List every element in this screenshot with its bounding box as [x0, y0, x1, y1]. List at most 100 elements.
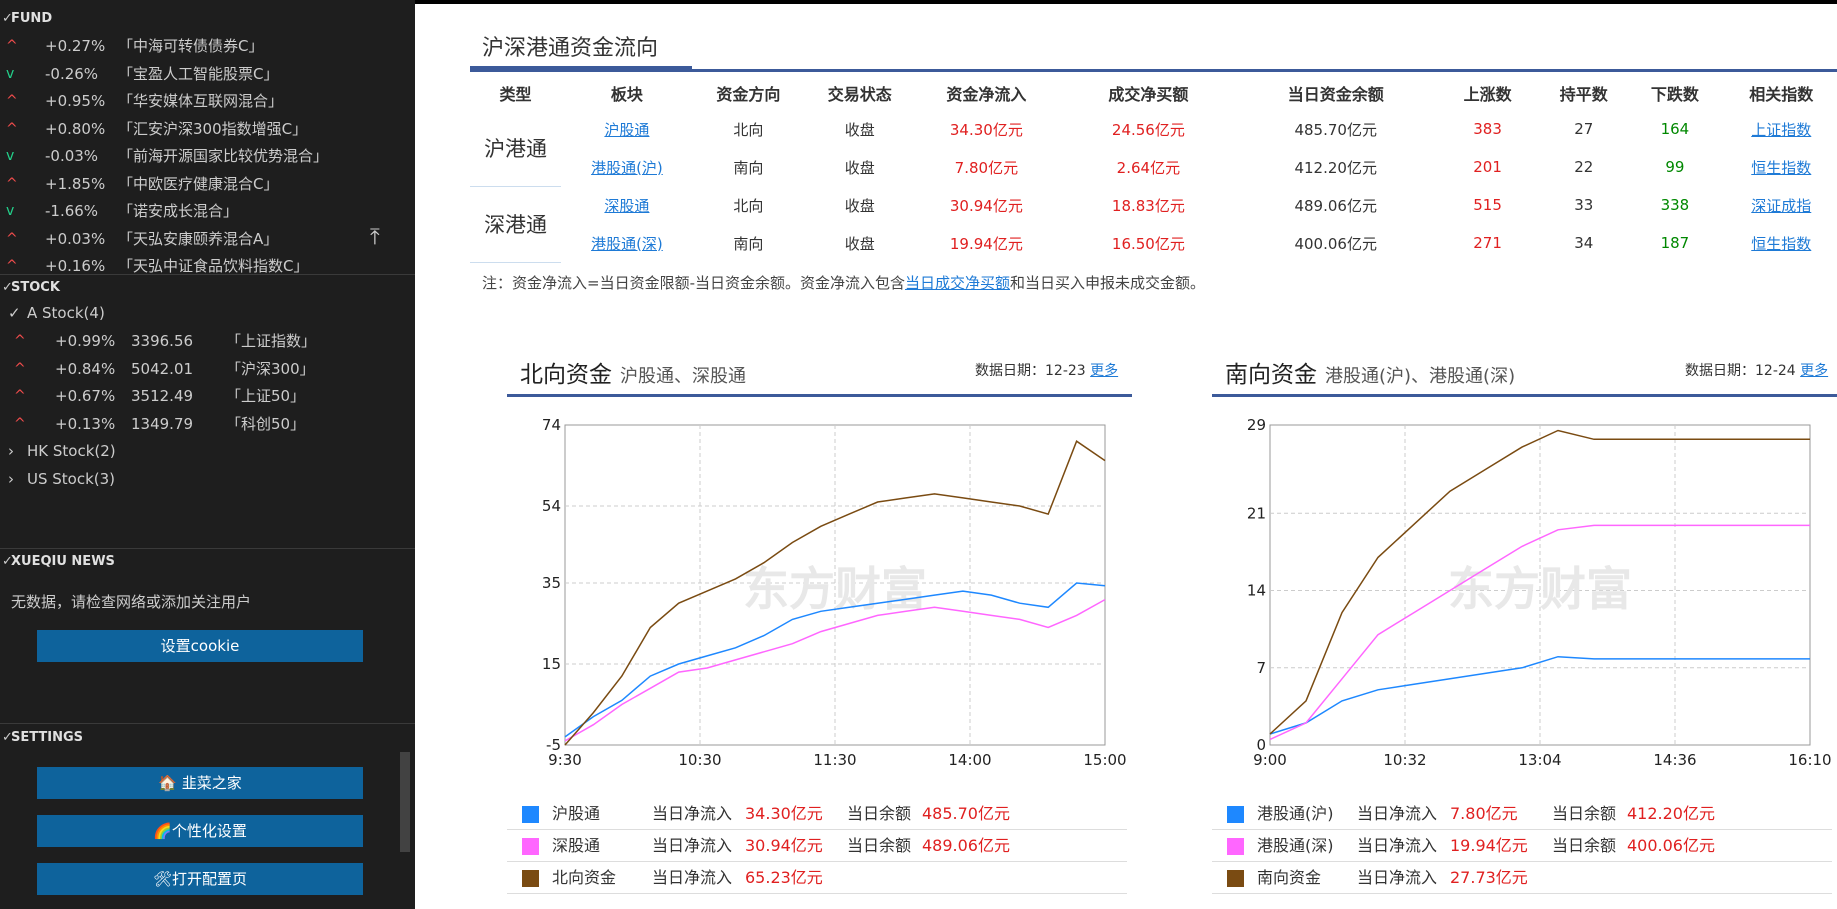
fund-item[interactable]: ^ +0.80% 「汇安沪深300指数增强C」 — [0, 116, 415, 143]
fund-item[interactable]: ^ +0.27% 「中海可转债债券C」 — [0, 33, 415, 60]
south-chart-title: 南向资金 港股通(沪)、港股通(深) — [1225, 362, 1516, 388]
direction: 南向 — [733, 234, 764, 253]
table-row: 港股通(沪) 南向 收盘 7.80亿元 2.64亿元 412.20亿元 201 22 99 恒生指… — [470, 148, 1837, 186]
x-tick-label: 14:36 — [1653, 751, 1696, 769]
down-count: 99 — [1665, 158, 1685, 176]
legend-swatch — [522, 838, 539, 855]
legend-net-value: 7.80亿元 — [1450, 804, 1518, 823]
fund-item[interactable]: v -0.26% 「宝盈人工智能股票C」 — [0, 61, 415, 88]
legend-balance-value: 400.06亿元 — [1627, 836, 1715, 855]
fund-section-header[interactable]: ✓FUND — [0, 8, 52, 30]
arrow-up-icon: ^ — [6, 120, 18, 137]
stock-item[interactable]: ^ +0.84% 5042.01 「沪深300」 — [0, 356, 415, 383]
y-tick-label: 29 — [1247, 416, 1266, 434]
fund-name: 「汇安沪深300指数增强C」 — [118, 119, 308, 138]
chevron-right-icon: › — [8, 470, 14, 488]
up-count: 271 — [1473, 234, 1502, 252]
direction: 北向 — [733, 196, 764, 215]
index-link[interactable]: 恒生指数 — [1751, 235, 1811, 253]
stock-item[interactable]: ^ +0.67% 3512.49 「上证50」 — [0, 383, 415, 410]
us-stock-group[interactable]: › US Stock(3) — [0, 466, 415, 493]
arrow-down-icon: v — [6, 203, 15, 219]
legend-swatch — [1227, 870, 1244, 887]
column-header: 下跌数 — [1650, 85, 1699, 104]
index-link[interactable]: 恒生指数 — [1751, 159, 1811, 177]
home-button[interactable]: 🏠 韭菜之家 — [37, 767, 363, 799]
chevron-down-icon: ✓ — [8, 304, 21, 322]
legend-swatch — [1227, 838, 1244, 855]
watermark: 东方财富 — [1448, 562, 1632, 616]
board-link[interactable]: 港股通(深) — [591, 235, 663, 253]
net-inflow: 19.94亿元 — [949, 234, 1023, 253]
column-header: 当日资金余额 — [1287, 85, 1384, 104]
x-tick-label: 13:04 — [1518, 751, 1561, 769]
legend-balance-value: 412.20亿元 — [1627, 804, 1715, 823]
north-chart: 74543515-59:30 10:30 11:30 14:00 15:00东方财富 — [542, 416, 1127, 769]
a-stock-group[interactable]: ✓ A Stock(4) — [0, 300, 415, 327]
legend-net-value: 34.30亿元 — [745, 804, 823, 823]
balance: 485.70亿元 — [1294, 120, 1377, 139]
status: 收盘 — [844, 158, 875, 177]
column-header: 资金净流入 — [946, 85, 1027, 104]
y-tick-label: 15 — [542, 655, 561, 673]
settings-section-header[interactable]: ✓SETTINGS — [0, 727, 83, 749]
legend-balance-value: 489.06亿元 — [922, 836, 1010, 855]
fund-item[interactable]: ^ +0.03% 「天弘安康颐养混合A」 — [0, 226, 415, 253]
custom-settings-button[interactable]: 🌈个性化设置 — [37, 815, 363, 847]
status: 收盘 — [844, 120, 875, 139]
legend-net-value: 27.73亿元 — [1450, 868, 1528, 887]
column-header: 类型 — [499, 85, 532, 104]
news-section-header[interactable]: ✓XUEQIU NEWS — [0, 551, 115, 573]
net-buy-link[interactable]: 当日成交净买额 — [905, 274, 1010, 292]
net-buy: 24.56亿元 — [1111, 120, 1185, 139]
arrow-down-icon: v — [6, 148, 15, 164]
stock-change: +0.84% — [55, 359, 116, 378]
stock-name: 「上证指数」 — [226, 332, 317, 350]
hk-stock-group[interactable]: › HK Stock(2) — [0, 438, 415, 465]
open-config-button[interactable]: 🛠打开配置页 — [37, 863, 363, 895]
column-header: 板块 — [610, 85, 643, 104]
board-link[interactable]: 港股通(沪) — [591, 159, 663, 177]
column-header: 上涨数 — [1463, 85, 1512, 104]
flat-count: 33 — [1574, 196, 1594, 214]
fund-item[interactable]: ^ +0.16% 「天弘中证食品饮料指数C」 — [0, 253, 415, 280]
stock-item[interactable]: ^ +0.99% 3396.56 「上证指数」 — [0, 328, 415, 355]
arrow-up-icon: ^ — [6, 93, 18, 109]
stock-name: 「科创50」 — [226, 414, 306, 433]
north-more-link[interactable]: 更多 — [1090, 363, 1118, 379]
legend-net-label: 当日净流入 — [1357, 868, 1438, 887]
legend-balance-label: 当日余额 — [847, 836, 912, 855]
y-tick-label: 7 — [1256, 659, 1266, 677]
south-chart: 292114709:00 10:32 13:04 14:36 16:10东方财富 — [1247, 416, 1832, 769]
status: 收盘 — [844, 234, 875, 253]
legend-net-value: 65.23亿元 — [745, 868, 823, 887]
chevron-down-icon: ✓ — [2, 280, 13, 295]
market-type: 沪港通 — [470, 110, 562, 187]
scrollbar-thumb[interactable] — [400, 752, 410, 852]
legend-row: 北向资金 当日净流入 65.23亿元 — [507, 862, 1127, 894]
fund-change: -0.26% — [45, 64, 99, 83]
stock-change: +0.99% — [55, 332, 116, 350]
fund-item[interactable]: ^ +1.85% 「中欧医疗健康混合C」 — [0, 171, 415, 198]
legend-row: 沪股通 当日净流入 34.30亿元 当日余额 485.70亿元 — [507, 798, 1127, 830]
set-cookie-button[interactable]: 设置cookie — [37, 630, 363, 662]
arrow-up-icon: ^ — [6, 38, 18, 54]
board-link[interactable]: 深股通 — [604, 197, 649, 215]
index-link[interactable]: 深证成指 — [1751, 197, 1811, 215]
column-header: 相关指数 — [1749, 85, 1814, 104]
legend-name: 沪股通 — [552, 804, 601, 823]
fund-item[interactable]: v -1.66% 「诺安成长混合」 — [0, 198, 415, 225]
chevron-down-icon: ✓ — [2, 11, 13, 26]
south-more-link[interactable]: 更多 — [1800, 363, 1828, 379]
stock-item[interactable]: ^ +0.13% 1349.79 「科创50」 — [0, 411, 415, 438]
index-link[interactable]: 上证指数 — [1751, 121, 1811, 139]
table-row: 沪港通 沪股通 北向 收盘 34.30亿元 24.56亿元 485.70亿元 383 27 164… — [470, 110, 1837, 187]
fund-name: 「宝盈人工智能股票C」 — [118, 64, 279, 83]
fund-change: +1.85% — [45, 174, 106, 193]
fund-item[interactable]: v -0.03% 「前海开源国家比较优势混合」 — [0, 143, 415, 170]
stock-section-header[interactable]: ✓STOCK — [0, 277, 60, 299]
fund-item[interactable]: ^ +0.95% 「华安媒体互联网混合」 — [0, 88, 415, 115]
board-link[interactable]: 沪股通 — [604, 121, 649, 139]
y-tick-label: 14 — [1247, 582, 1266, 600]
market-type: 深港通 — [470, 186, 562, 263]
